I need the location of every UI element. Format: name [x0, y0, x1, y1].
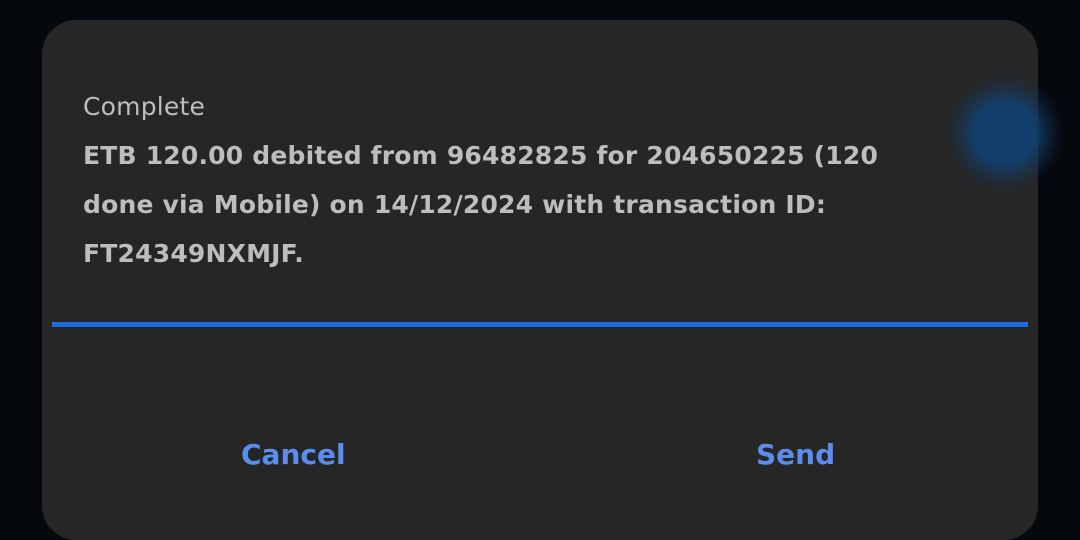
text-field-underline: [52, 322, 1028, 327]
message-body: ETB 120.00 debited from 96482825 for 204…: [83, 141, 879, 268]
cancel-button[interactable]: Cancel: [241, 432, 346, 478]
send-button[interactable]: Send: [756, 432, 835, 478]
message-title: Complete: [83, 92, 206, 121]
send-message-dialog: Complete ETB 120.00 debited from 9648282…: [42, 20, 1038, 540]
message-text[interactable]: Complete ETB 120.00 debited from 9648282…: [83, 82, 953, 278]
text-selection-handle[interactable]: [946, 74, 1064, 192]
